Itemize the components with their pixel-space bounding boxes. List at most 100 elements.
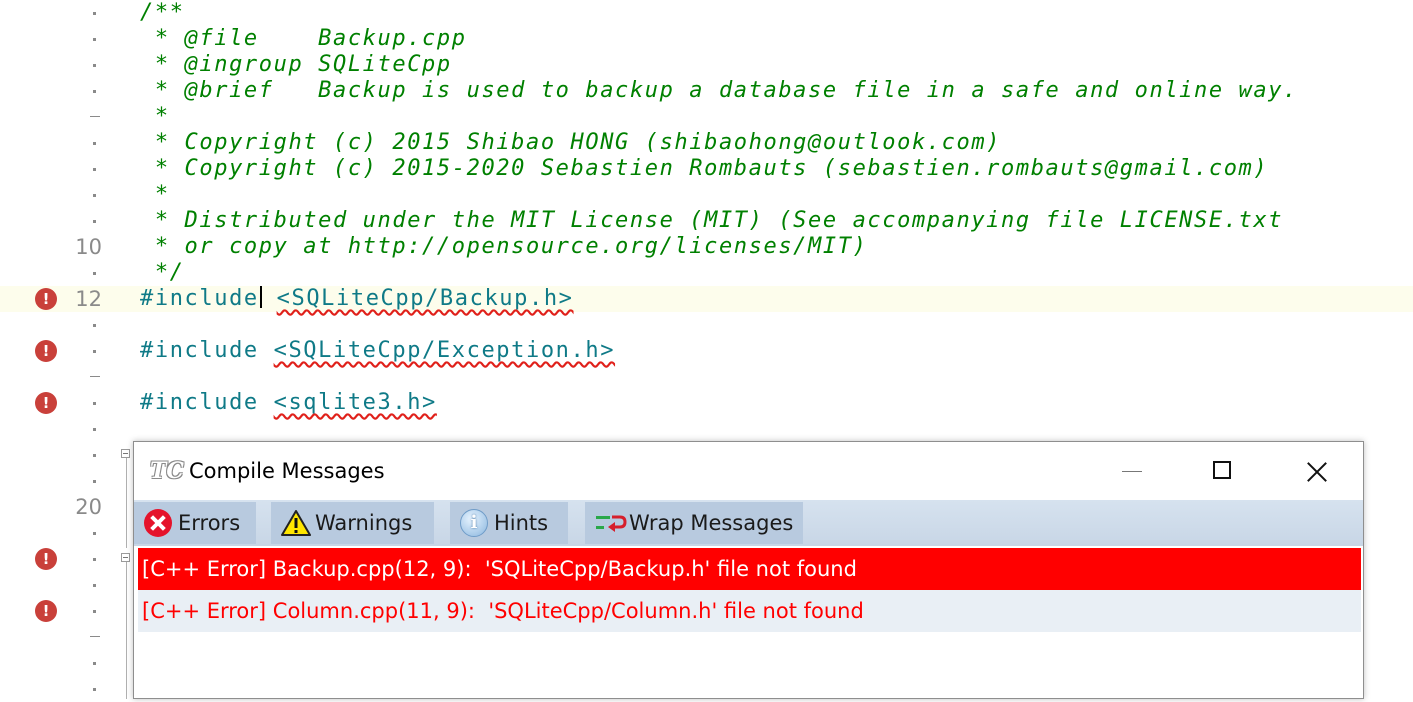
editor-line[interactable]: * Distributed under the MIT License (MIT… — [0, 208, 1413, 234]
editor-line[interactable] — [0, 364, 1413, 390]
warning-triangle-icon — [281, 509, 311, 537]
fold-guide — [126, 562, 127, 699]
line-number: 10 — [75, 235, 102, 259]
window-title: Compile Messages — [189, 459, 385, 483]
window-title-bar[interactable]: TC Compile Messages — [134, 442, 1363, 500]
errors-filter-label: Errors — [178, 511, 241, 535]
exclamation-circle-icon[interactable]: ! — [35, 288, 57, 310]
line-dot-marker — [93, 558, 96, 561]
exclamation-circle-icon[interactable]: ! — [35, 340, 57, 362]
hints-filter-label: Hints — [494, 511, 549, 535]
line-number: 20 — [75, 495, 102, 519]
code-text: * — [140, 182, 170, 208]
code-text: /** — [140, 0, 185, 26]
warnings-filter-button[interactable]: Warnings — [271, 502, 434, 544]
line-dot-marker — [93, 662, 96, 665]
warnings-filter-label: Warnings — [315, 511, 413, 535]
editor-line[interactable]: * — [0, 182, 1413, 208]
editor-line[interactable]: ! #include <SQLiteCpp/Exception.h> — [0, 338, 1413, 364]
line-dash-marker — [90, 116, 100, 117]
code-text: * @file Backup.cpp — [140, 26, 467, 52]
preprocessor-directive: #include — [140, 390, 274, 415]
info-icon: i — [460, 509, 488, 537]
editor-line[interactable]: * Copyright (c) 2015-2020 Sebastien Romb… — [0, 156, 1413, 182]
exclamation-circle-icon[interactable]: ! — [35, 392, 57, 414]
code-text: * Copyright (c) 2015-2020 Sebastien Romb… — [140, 156, 1268, 182]
code-text: * @brief Backup is used to backup a data… — [140, 78, 1298, 104]
line-dot-marker — [93, 64, 96, 67]
code-text: #include <sqlite3.h> — [140, 390, 437, 416]
close-button[interactable] — [1271, 442, 1361, 500]
line-number: 12 — [75, 287, 102, 311]
messages-toolbar: Errors Warnings i Hints Wrap Messages — [134, 500, 1363, 546]
minimize-button[interactable] — [1087, 442, 1177, 500]
comment-text: * @file Backup.cpp — [140, 26, 467, 51]
line-dot-marker — [93, 90, 96, 93]
exclamation-circle-icon[interactable]: ! — [35, 600, 57, 622]
editor-line[interactable]: */ — [0, 260, 1413, 286]
comment-text: * @brief Backup is used to backup a data… — [140, 78, 1298, 103]
error-x-icon — [144, 509, 172, 537]
hints-filter-button[interactable]: i Hints — [450, 502, 568, 544]
comment-text: * Copyright (c) 2015 Shibao HONG (shibao… — [140, 130, 1002, 155]
comment-text: * or copy at http://opensource.org/licen… — [140, 234, 868, 259]
editor-line[interactable]: * @brief Backup is used to backup a data… — [0, 78, 1413, 104]
exclamation-circle-icon[interactable]: ! — [35, 548, 57, 570]
maximize-button[interactable] — [1177, 442, 1267, 500]
comment-text: * Copyright (c) 2015-2020 Sebastien Romb… — [140, 156, 1269, 181]
fold-collapse-icon[interactable] — [121, 553, 130, 562]
code-text: * Distributed under the MIT License (MIT… — [140, 208, 1283, 234]
editor-line[interactable]: * — [0, 104, 1413, 130]
editor-line[interactable] — [0, 416, 1413, 442]
line-dot-marker — [93, 428, 96, 431]
line-dash-marker — [90, 636, 100, 637]
message-row[interactable]: [C++ Error] Backup.cpp(12, 9): 'SQLiteCp… — [138, 548, 1361, 590]
editor-line[interactable]: * @ingroup SQLiteCpp — [0, 52, 1413, 78]
editor-line[interactable]: ! 12 #include <SQLiteCpp/Backup.h> — [0, 286, 1413, 312]
code-text: * — [140, 104, 170, 130]
line-dot-marker — [93, 688, 96, 691]
include-path: <SQLiteCpp/Backup.h> — [276, 286, 574, 311]
line-dot-marker — [93, 142, 96, 145]
editor-line[interactable]: * @file Backup.cpp — [0, 26, 1413, 52]
editor-line[interactable]: ! #include <sqlite3.h> — [0, 390, 1413, 416]
code-text: * or copy at http://opensource.org/licen… — [140, 234, 867, 260]
wrap-messages-label: Wrap Messages — [629, 511, 794, 535]
line-dot-marker — [93, 272, 96, 275]
line-dot-marker — [93, 324, 96, 327]
line-dot-marker — [93, 38, 96, 41]
comment-text: * — [140, 182, 170, 207]
comment-text: * @ingroup SQLiteCpp — [140, 52, 452, 77]
comment-text: /** — [140, 0, 185, 25]
include-path: <SQLiteCpp/Exception.h> — [273, 338, 616, 363]
line-dot-marker — [93, 168, 96, 171]
line-dot-marker — [93, 584, 96, 587]
fold-collapse-icon[interactable] — [121, 449, 130, 458]
errors-filter-button[interactable]: Errors — [134, 502, 256, 544]
code-text: #include <SQLiteCpp/Exception.h> — [140, 338, 615, 364]
line-dot-marker — [93, 402, 96, 405]
preprocessor-directive — [262, 286, 277, 311]
line-dot-marker — [93, 480, 96, 483]
editor-line[interactable] — [0, 312, 1413, 338]
compile-messages-window: TC Compile Messages Errors Warnings i Hi… — [133, 441, 1364, 699]
comment-text: * — [140, 104, 170, 129]
message-row[interactable]: [C++ Error] Column.cpp(11, 9): 'SQLiteCp… — [138, 590, 1361, 632]
fold-guide — [126, 458, 127, 548]
editor-line[interactable]: 10 * or copy at http://opensource.org/li… — [0, 234, 1413, 260]
editor-line[interactable]: /** — [0, 0, 1413, 26]
line-dot-marker — [93, 12, 96, 15]
preprocessor-directive: #include — [140, 286, 259, 311]
code-text: */ — [140, 260, 185, 286]
comment-text: * Distributed under the MIT License (MIT… — [140, 208, 1284, 233]
wrap-messages-button[interactable]: Wrap Messages — [585, 502, 803, 544]
line-dot-marker — [93, 454, 96, 457]
wrap-arrow-icon — [595, 509, 627, 537]
line-dot-marker — [93, 220, 96, 223]
tc-logo-icon: TC — [150, 458, 184, 484]
code-text: * @ingroup SQLiteCpp — [140, 52, 452, 78]
preprocessor-directive: #include — [140, 338, 274, 363]
code-text: * Copyright (c) 2015 Shibao HONG (shibao… — [140, 130, 1001, 156]
editor-line[interactable]: * Copyright (c) 2015 Shibao HONG (shibao… — [0, 130, 1413, 156]
include-path: <sqlite3.h> — [273, 390, 437, 415]
